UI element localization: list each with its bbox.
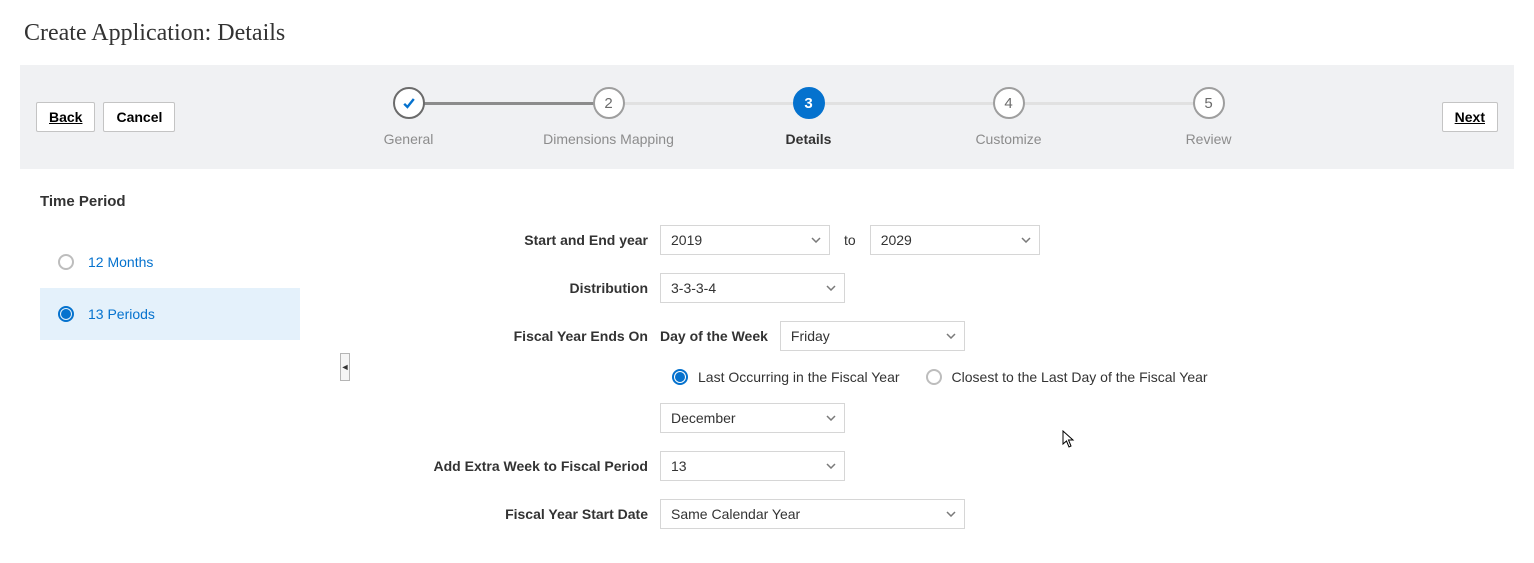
chevron-down-icon — [1021, 235, 1031, 245]
label-extra-week: Add Extra Week to Fiscal Period — [380, 458, 660, 474]
fy-start-date-select[interactable]: Same Calendar Year — [660, 499, 965, 529]
label-distribution: Distribution — [380, 280, 660, 296]
step-number-icon: 2 — [593, 87, 625, 119]
label-start-end-year: Start and End year — [380, 232, 660, 248]
wizard-steps: General 2 Dimensions Mapping 3 Details 4… — [175, 87, 1441, 147]
chevron-down-icon — [826, 283, 836, 293]
radio-label: Closest to the Last Day of the Fiscal Ye… — [952, 369, 1208, 385]
step-label: General — [384, 131, 434, 147]
sidebar-item-label: 13 Periods — [88, 306, 155, 322]
end-year-select[interactable]: 2029 — [870, 225, 1040, 255]
radio-icon — [58, 254, 74, 270]
label-day-of-week: Day of the Week — [660, 328, 780, 344]
step-label: Details — [786, 131, 832, 147]
radio-last-occurring[interactable]: Last Occurring in the Fiscal Year — [672, 369, 900, 385]
step-number-icon: 5 — [1193, 87, 1225, 119]
collapse-sidebar-handle[interactable]: ◄ — [340, 353, 350, 381]
step-general[interactable]: General — [309, 87, 509, 147]
sidebar-item-12-months[interactable]: 12 Months — [40, 236, 300, 288]
step-dimensions-mapping[interactable]: 2 Dimensions Mapping — [509, 87, 709, 147]
step-number-icon: 3 — [793, 87, 825, 119]
radio-icon — [58, 306, 74, 322]
cursor-icon — [1062, 430, 1076, 448]
day-of-week-select[interactable]: Friday — [780, 321, 965, 351]
chevron-down-icon — [826, 461, 836, 471]
next-button[interactable]: Next — [1442, 102, 1498, 132]
page-title: Create Application: Details — [0, 0, 1534, 65]
chevron-left-icon: ◄ — [341, 362, 350, 372]
radio-closest[interactable]: Closest to the Last Day of the Fiscal Ye… — [926, 369, 1208, 385]
chevron-down-icon — [946, 331, 956, 341]
step-customize[interactable]: 4 Customize — [909, 87, 1109, 147]
step-details[interactable]: 3 Details — [709, 87, 909, 147]
label-fy-start-date: Fiscal Year Start Date — [380, 506, 660, 522]
sidebar-item-label: 12 Months — [88, 254, 153, 270]
chevron-down-icon — [811, 235, 821, 245]
step-label: Dimensions Mapping — [543, 131, 674, 147]
back-button[interactable]: Back — [36, 102, 95, 132]
distribution-select[interactable]: 3-3-3-4 — [660, 273, 845, 303]
step-review[interactable]: 5 Review — [1109, 87, 1309, 147]
fy-end-month-select[interactable]: December — [660, 403, 845, 433]
step-label: Review — [1186, 131, 1232, 147]
step-label: Customize — [975, 131, 1041, 147]
radio-icon — [926, 369, 942, 385]
to-label: to — [830, 232, 870, 248]
checkmark-icon — [393, 87, 425, 119]
cancel-button[interactable]: Cancel — [103, 102, 175, 132]
extra-week-select[interactable]: 13 — [660, 451, 845, 481]
section-title-time-period: Time Period — [40, 193, 340, 210]
sidebar-item-13-periods[interactable]: 13 Periods — [40, 288, 300, 340]
start-year-select[interactable]: 2019 — [660, 225, 830, 255]
radio-label: Last Occurring in the Fiscal Year — [698, 369, 900, 385]
label-fy-ends-on: Fiscal Year Ends On — [380, 328, 660, 344]
radio-icon — [672, 369, 688, 385]
step-number-icon: 4 — [993, 87, 1025, 119]
chevron-down-icon — [826, 413, 836, 423]
wizard-bar: Back Cancel General 2 Dimensions Mapping… — [20, 65, 1514, 169]
chevron-down-icon — [946, 509, 956, 519]
